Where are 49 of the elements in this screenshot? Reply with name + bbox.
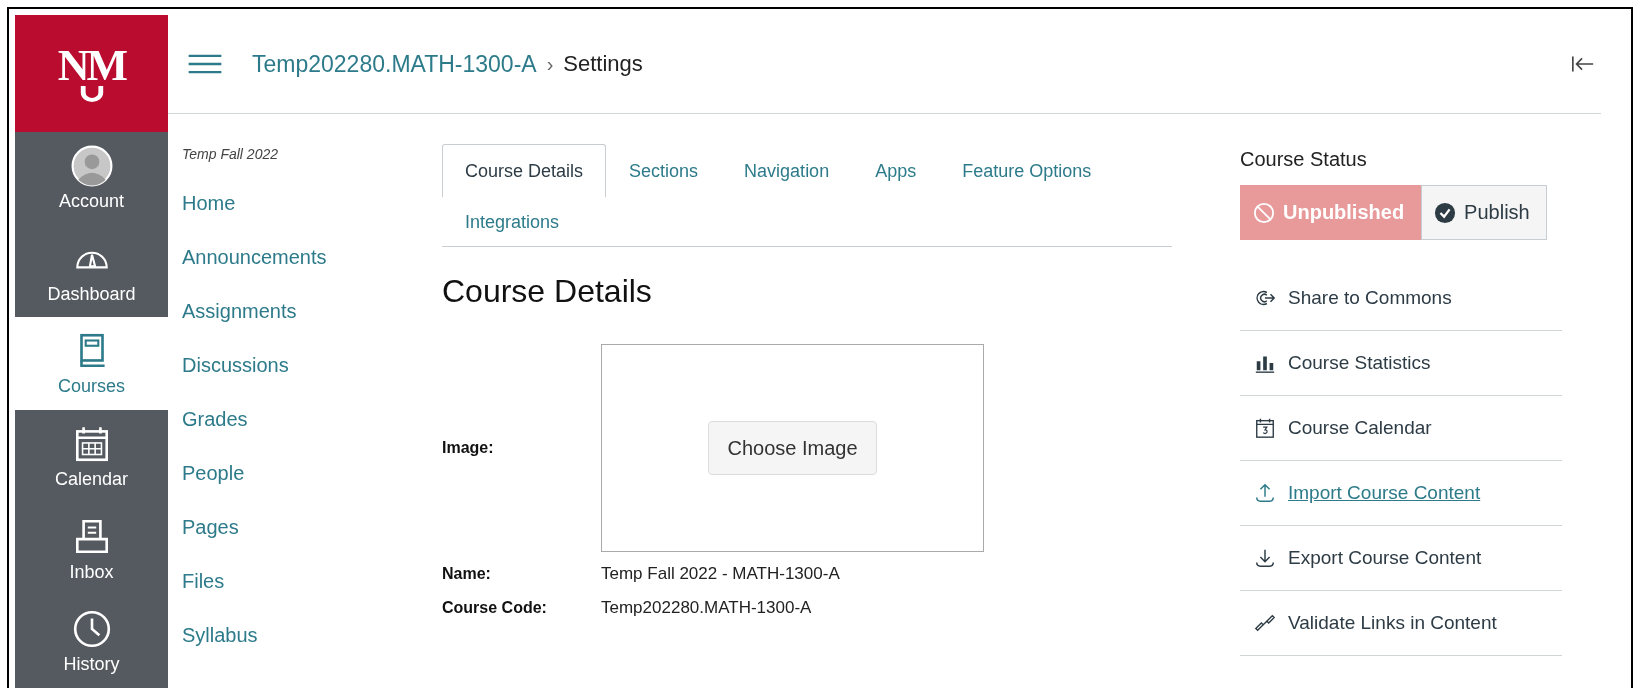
course-nav-link[interactable]: Pages — [182, 500, 442, 554]
field-value: Temp Fall 2022 - MATH-1300-A — [601, 564, 840, 584]
course-nav-link[interactable]: Syllabus — [182, 608, 442, 662]
course-nav-link[interactable]: Discussions — [182, 338, 442, 392]
sidebar-action-link[interactable]: Course Calendar — [1240, 396, 1562, 461]
breadcrumb-separator: › — [546, 52, 554, 76]
check-circle-icon — [1434, 201, 1457, 224]
university-logo[interactable]: NM — [15, 15, 168, 133]
settings-tab[interactable]: Feature Options — [939, 144, 1115, 197]
course-nav-link[interactable]: Grades — [182, 392, 442, 446]
global-nav-item[interactable]: History — [15, 595, 168, 688]
settings-tab[interactable]: Apps — [852, 144, 940, 197]
status-title: Course Status — [1240, 148, 1368, 171]
sidebar-action-link[interactable]: Course Statistics — [1240, 331, 1562, 396]
download-icon — [1254, 547, 1276, 569]
status-button[interactable]: Publish — [1421, 185, 1547, 240]
breadcrumb-link[interactable]: Temp202280.MATH-1300-A — [252, 50, 537, 78]
course-nav-link[interactable]: Assignments — [182, 284, 442, 338]
collapse-icon[interactable] — [1571, 55, 1595, 73]
field-label: Name: — [442, 565, 492, 583]
course-nav-link[interactable]: Files — [182, 554, 442, 608]
settings-tab[interactable]: Sections — [606, 144, 722, 197]
global-nav-item[interactable]: Account — [15, 132, 168, 225]
field-label: Course Code: — [442, 599, 548, 617]
course-nav-link[interactable]: Home — [182, 176, 442, 230]
field-value: Temp202280.MATH-1300-A — [601, 598, 812, 618]
global-nav-item[interactable]: Calendar — [15, 410, 168, 503]
global-nav-item[interactable]: Inbox — [15, 502, 168, 596]
sidebar-action-link[interactable]: Import Course Content — [1240, 461, 1562, 526]
upload-icon — [1254, 482, 1276, 504]
global-nav-item[interactable]: Dashboard — [15, 224, 168, 318]
sidebar-action-link[interactable]: Share to Commons — [1240, 266, 1562, 331]
settings-tab[interactable]: Integrations — [442, 197, 583, 246]
global-nav-item[interactable]: Courses — [15, 317, 168, 410]
page-heading: Course Details — [442, 273, 653, 310]
field-label: Image: — [442, 439, 495, 457]
avatar-icon — [70, 144, 113, 187]
settings-tab[interactable]: Navigation — [721, 144, 853, 197]
course-nav-link[interactable]: People — [182, 446, 442, 500]
sidebar-action-link[interactable]: Validate Links in Content — [1240, 591, 1562, 656]
course-nav-link[interactable]: Announcements — [182, 230, 442, 284]
prohibited-icon — [1253, 201, 1275, 224]
menu-icon[interactable] — [188, 54, 222, 74]
breadcrumb-current: Settings — [563, 51, 643, 77]
choose-image-button[interactable]: Choose Image — [708, 421, 877, 475]
settings-tab[interactable]: Course Details — [442, 144, 607, 197]
calendar-icon — [1254, 417, 1276, 439]
term-label: Temp Fall 2022 — [182, 146, 279, 162]
sidebar-action-link[interactable]: Export Course Content — [1240, 526, 1562, 591]
